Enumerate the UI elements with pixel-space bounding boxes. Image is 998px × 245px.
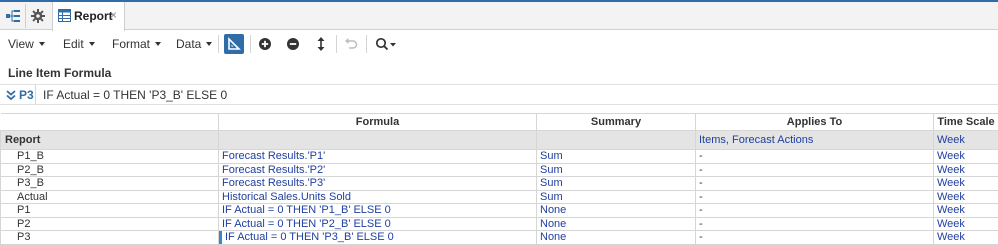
undo-icon[interactable] <box>341 34 361 54</box>
grid-header-row: Formula Summary Applies To Time Scale <box>0 113 998 131</box>
table-row[interactable]: Actual Historical Sales.Units Sold Sum -… <box>0 189 998 204</box>
toolbar-divider <box>218 35 219 53</box>
applies-to-cell[interactable]: - <box>695 203 934 218</box>
column-header-formula[interactable]: Formula <box>218 113 537 131</box>
chevron-down-icon <box>155 41 162 46</box>
table-row-selected[interactable]: P3 IF Actual = 0 THEN 'P3_B' ELSE 0 None… <box>0 230 998 245</box>
add-circle-icon[interactable] <box>255 34 275 54</box>
group-applies-to-cell[interactable]: Items, Forecast Actions <box>695 130 934 150</box>
grid-icon <box>58 9 71 22</box>
close-icon[interactable]: × <box>110 8 117 22</box>
menu-edit[interactable]: Edit <box>63 37 95 51</box>
gear-icon[interactable] <box>29 7 47 25</box>
menu-format[interactable]: Format <box>112 37 162 51</box>
formula-cell[interactable]: IF Actual = 0 THEN 'P1_B' ELSE 0 <box>218 203 537 218</box>
applies-to-cell[interactable]: - <box>695 162 934 177</box>
formula-bar: P3 IF Actual = 0 THEN 'P3_B' ELSE 0 <box>0 84 998 105</box>
time-scale-cell[interactable]: Week <box>933 203 998 218</box>
row-name: P2_B <box>0 162 219 177</box>
table-row[interactable]: P2 IF Actual = 0 THEN 'P2_B' ELSE 0 None… <box>0 216 998 231</box>
remove-circle-icon[interactable] <box>283 34 303 54</box>
formula-cell[interactable]: Forecast Results.'P2' <box>218 162 537 177</box>
summary-cell[interactable]: None <box>536 203 696 218</box>
column-header-summary[interactable]: Summary <box>536 113 696 131</box>
time-scale-cell[interactable]: Week <box>933 162 998 177</box>
group-summary-cell[interactable] <box>536 130 696 150</box>
group-name: Report <box>0 130 219 150</box>
menu-data[interactable]: Data <box>176 37 213 51</box>
row-name: P3 <box>0 230 219 245</box>
formula-cell[interactable]: Historical Sales.Units Sold <box>218 189 537 204</box>
toolbar: View Edit Format Data <box>0 31 998 57</box>
summary-cell[interactable]: None <box>536 216 696 231</box>
tab-bar: Report × <box>0 0 998 31</box>
table-row[interactable]: P2_B Forecast Results.'P2' Sum - Week <box>0 162 998 177</box>
table-row[interactable]: P3_B Forecast Results.'P3' Sum - Week <box>0 176 998 191</box>
summary-cell[interactable]: Sum <box>536 189 696 204</box>
summary-cell[interactable]: Sum <box>536 149 696 164</box>
toolbar-divider <box>366 35 367 53</box>
time-scale-cell[interactable]: Week <box>933 189 998 204</box>
formula-cell[interactable]: IF Actual = 0 THEN 'P2_B' ELSE 0 <box>218 216 537 231</box>
formula-cell[interactable]: Forecast Results.'P1' <box>218 149 537 164</box>
formula-input[interactable]: IF Actual = 0 THEN 'P3_B' ELSE 0 <box>43 88 227 102</box>
toolbar-divider <box>336 35 337 53</box>
tab-bar-divider <box>25 4 26 28</box>
column-header-applies-to[interactable]: Applies To <box>695 113 934 131</box>
summary-cell[interactable]: Sum <box>536 176 696 191</box>
group-row[interactable]: Report Items, Forecast Actions Week <box>0 130 998 150</box>
row-name: Actual <box>0 189 219 204</box>
tab-bar-accent-line <box>0 0 998 2</box>
summary-cell[interactable]: Sum <box>536 162 696 177</box>
menu-edit-label: Edit <box>63 37 84 51</box>
menu-view-label: View <box>8 37 34 51</box>
formula-cell-selected[interactable]: IF Actual = 0 THEN 'P3_B' ELSE 0 <box>218 230 537 245</box>
toolbar-divider <box>250 35 251 53</box>
line-item-grid: Formula Summary Applies To Time Scale Re… <box>0 113 998 245</box>
tab-report[interactable]: Report × <box>52 2 125 31</box>
tab-report-label: Report <box>74 9 113 23</box>
row-name: P1 <box>0 203 219 218</box>
time-scale-cell[interactable]: Week <box>933 149 998 164</box>
applies-to-cell[interactable]: - <box>695 189 934 204</box>
group-time-scale-cell[interactable]: Week <box>933 130 998 150</box>
sort-arrows-icon[interactable] <box>311 34 331 54</box>
drafting-triangle-icon[interactable] <box>224 34 244 54</box>
time-scale-cell[interactable]: Week <box>933 230 998 245</box>
chevron-down-icon <box>38 41 45 46</box>
group-formula-cell[interactable] <box>218 130 537 150</box>
section-title: Line Item Formula <box>8 66 112 80</box>
table-row[interactable]: P1 IF Actual = 0 THEN 'P1_B' ELSE 0 None… <box>0 203 998 218</box>
formula-cell[interactable]: Forecast Results.'P3' <box>218 176 537 191</box>
table-row[interactable]: P1_B Forecast Results.'P1' Sum - Week <box>0 149 998 164</box>
row-name: P3_B <box>0 176 219 191</box>
column-header-time-scale[interactable]: Time Scale <box>933 113 998 131</box>
row-name: P2 <box>0 216 219 231</box>
menu-view[interactable]: View <box>8 37 45 51</box>
applies-to-cell[interactable]: - <box>695 216 934 231</box>
time-scale-cell[interactable]: Week <box>933 216 998 231</box>
search-icon[interactable] <box>372 34 400 54</box>
applies-to-cell[interactable]: - <box>695 176 934 191</box>
chevrons-down-icon[interactable] <box>6 88 16 102</box>
formula-bar-divider <box>35 85 36 104</box>
time-scale-cell[interactable]: Week <box>933 176 998 191</box>
menu-data-label: Data <box>176 37 202 51</box>
applies-to-cell[interactable]: - <box>695 149 934 164</box>
selected-line-item: P3 <box>19 88 34 102</box>
applies-to-cell[interactable]: - <box>695 230 934 245</box>
menu-format-label: Format <box>112 37 151 51</box>
hierarchy-icon[interactable] <box>4 7 22 25</box>
column-header-name <box>0 113 219 131</box>
chevron-down-icon <box>206 41 213 46</box>
row-name: P1_B <box>0 149 219 164</box>
chevron-down-icon <box>88 41 95 46</box>
summary-cell[interactable]: None <box>536 230 696 245</box>
